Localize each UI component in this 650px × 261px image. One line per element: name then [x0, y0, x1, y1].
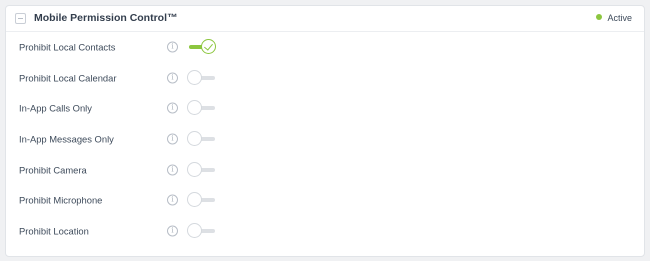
setting-row-prohibit-camera: Prohibit Camera i — [6, 154, 644, 185]
toggle-knob — [201, 39, 216, 55]
setting-row-prohibit-local-calendar: Prohibit Local Calendar i — [6, 63, 644, 94]
setting-label: In-App Messages Only — [19, 133, 114, 145]
info-icon[interactable]: i — [167, 102, 178, 114]
info-icon[interactable]: i — [167, 225, 178, 237]
toggle-prohibit-local-calendar[interactable] — [187, 69, 217, 86]
info-icon[interactable]: i — [167, 194, 178, 206]
status-indicator: Active — [596, 13, 632, 23]
permission-panel: Mobile Permission Control™ Active Prohib… — [5, 5, 645, 257]
panel-title: Mobile Permission Control™ — [34, 12, 178, 24]
toggle-knob — [187, 69, 202, 85]
toggle-knob — [187, 192, 202, 208]
setting-label: Prohibit Local Calendar — [19, 72, 117, 84]
setting-label: Prohibit Location — [19, 225, 89, 237]
info-icon[interactable]: i — [167, 164, 178, 176]
status-label: Active — [607, 13, 632, 23]
toggle-in-app-calls-only[interactable] — [187, 100, 217, 116]
info-icon[interactable]: i — [167, 41, 178, 53]
toggle-prohibit-location[interactable] — [187, 222, 217, 239]
toggle-knob — [187, 100, 202, 116]
info-icon[interactable]: i — [167, 133, 178, 145]
setting-row-prohibit-microphone: Prohibit Microphone i — [6, 185, 644, 216]
toggle-prohibit-camera[interactable] — [187, 161, 217, 178]
settings-list: Prohibit Local Contacts i Prohibit Local… — [6, 32, 644, 246]
setting-label: Prohibit Local Contacts — [19, 41, 116, 53]
setting-label: Prohibit Microphone — [19, 194, 103, 206]
collapse-icon[interactable] — [15, 13, 26, 24]
setting-row-in-app-messages-only: In-App Messages Only i — [6, 124, 644, 155]
setting-row-prohibit-location: Prohibit Location i — [6, 216, 644, 247]
setting-row-prohibit-local-contacts: Prohibit Local Contacts i — [6, 32, 644, 63]
toggle-prohibit-microphone[interactable] — [187, 192, 217, 208]
toggle-knob — [187, 161, 202, 177]
toggle-in-app-messages-only[interactable] — [187, 131, 217, 147]
panel-header: Mobile Permission Control™ Active — [6, 6, 644, 32]
toggle-prohibit-local-contacts[interactable] — [187, 39, 217, 55]
toggle-knob — [187, 222, 202, 238]
status-dot-icon — [596, 14, 603, 20]
setting-row-in-app-calls-only: In-App Calls Only i — [6, 93, 644, 124]
setting-label: Prohibit Camera — [19, 164, 87, 176]
info-icon[interactable]: i — [167, 72, 178, 84]
setting-label: In-App Calls Only — [19, 102, 92, 114]
toggle-knob — [187, 131, 202, 147]
